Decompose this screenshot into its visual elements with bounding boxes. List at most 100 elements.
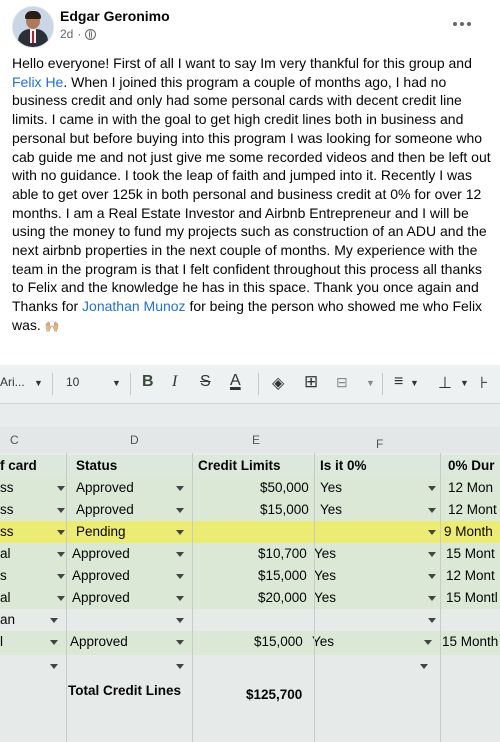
dropdown-arrow-icon[interactable] xyxy=(428,552,436,557)
status-cell[interactable]: Approved xyxy=(76,502,134,517)
duration-cell[interactable]: 9 Month xyxy=(444,524,493,539)
credit-limit-cell[interactable]: $15,000 xyxy=(260,502,309,517)
table-row[interactable]: l Approved $15,000 Yes 15 Month xyxy=(0,631,500,656)
dropdown-arrow-icon[interactable] xyxy=(176,664,184,669)
zero-cell[interactable]: Yes xyxy=(320,502,342,517)
dropdown-arrow-icon[interactable] xyxy=(57,596,65,601)
duration-cell[interactable]: 12 Mont xyxy=(448,502,497,517)
dropdown-arrow-icon[interactable] xyxy=(176,552,184,557)
vertical-align-icon[interactable]: ⊥ xyxy=(438,373,452,393)
dropdown-arrow-icon[interactable] xyxy=(428,618,436,623)
card-cell[interactable]: al xyxy=(0,546,11,561)
dropdown-arrow-icon[interactable] xyxy=(428,508,436,513)
table-row[interactable]: s Approved $15,000 Yes 12 Mont xyxy=(0,565,500,588)
text-wrap-icon[interactable]: ⊦ xyxy=(480,373,488,393)
column-header-d[interactable]: D xyxy=(130,433,139,447)
dropdown-arrow-icon[interactable] xyxy=(428,574,436,579)
table-row[interactable]: al Approved $20,000 Yes 15 Montl xyxy=(0,587,500,610)
mention-jonathan-munoz[interactable]: Jonathan Munoz xyxy=(82,298,186,314)
status-cell[interactable]: Approved xyxy=(72,546,130,561)
card-cell[interactable]: ss xyxy=(0,502,14,517)
zero-cell[interactable]: Yes xyxy=(320,480,342,495)
credit-limit-cell[interactable]: $15,000 xyxy=(258,568,307,583)
status-cell[interactable]: Approved xyxy=(72,590,130,605)
italic-button[interactable]: I xyxy=(172,373,177,391)
post-photo[interactable]: Ari... ▼ 10 ▼ B I S A ◈ ⊞ ⊟ ▼ ≡ ▼ ⊥ ▼ ⊦ … xyxy=(0,365,500,742)
dropdown-arrow-icon[interactable] xyxy=(57,552,65,557)
empty-row[interactable] xyxy=(0,703,500,742)
credit-limit-cell[interactable]: $50,000 xyxy=(260,480,309,495)
duration-cell[interactable]: 12 Mont xyxy=(446,568,495,583)
credit-limit-cell[interactable]: $20,000 xyxy=(258,590,307,605)
card-cell[interactable]: al xyxy=(0,590,11,605)
author-name[interactable]: Edgar Geronimo xyxy=(60,8,170,24)
borders-icon[interactable]: ⊞ xyxy=(304,372,318,392)
dropdown-arrow-icon[interactable] xyxy=(176,618,184,623)
text-color-button[interactable]: A xyxy=(230,372,241,390)
dropdown-arrow-icon[interactable] xyxy=(57,508,65,513)
duration-cell[interactable]: 15 Mont xyxy=(446,546,495,561)
dropdown-arrow-icon[interactable] xyxy=(176,574,184,579)
column-header-c[interactable]: C xyxy=(10,433,19,447)
total-row[interactable]: Total Credit Lines $125,700 xyxy=(0,677,500,704)
dropdown-arrow-icon[interactable] xyxy=(176,486,184,491)
header-card[interactable]: f card xyxy=(0,458,37,473)
total-value[interactable]: $125,700 xyxy=(246,687,302,702)
dropdown-arrow-icon[interactable] xyxy=(420,664,428,669)
status-cell[interactable]: Approved xyxy=(70,634,128,649)
dropdown-arrow-icon[interactable] xyxy=(50,664,58,669)
card-cell[interactable]: ss xyxy=(0,524,14,539)
zero-cell[interactable]: Yes xyxy=(314,546,336,561)
bold-button[interactable]: B xyxy=(142,373,154,391)
header-credit-limits[interactable]: Credit Limits xyxy=(198,458,281,473)
credit-limit-cell[interactable]: $15,000 xyxy=(254,634,303,649)
zero-cell[interactable]: Yes xyxy=(314,590,336,605)
dropdown-arrow-icon[interactable] xyxy=(176,596,184,601)
header-zero-duration[interactable]: 0% Dur xyxy=(448,458,495,473)
post-time[interactable]: 2d xyxy=(60,27,73,41)
align-left-icon[interactable]: ≡ xyxy=(394,373,403,391)
merge-cells-icon[interactable]: ⊟ xyxy=(336,374,348,391)
author-avatar[interactable] xyxy=(12,6,54,48)
dropdown-arrow-icon[interactable] xyxy=(50,640,58,645)
dropdown-arrow-icon[interactable] xyxy=(57,530,65,535)
dropdown-arrow-icon[interactable] xyxy=(428,530,436,535)
font-size-select[interactable]: 10 xyxy=(66,375,79,389)
card-cell[interactable]: l xyxy=(0,634,3,649)
strikethrough-button[interactable]: S xyxy=(200,373,211,391)
table-row[interactable]: ss Approved $15,000 Yes 12 Mont xyxy=(0,499,500,522)
credit-limit-cell[interactable]: $10,700 xyxy=(258,546,307,561)
font-family-select[interactable]: Ari... xyxy=(0,375,25,389)
dropdown-arrow-icon[interactable] xyxy=(176,530,184,535)
table-row[interactable]: al Approved $10,700 Yes 15 Mont xyxy=(0,543,500,566)
dropdown-arrow-icon[interactable] xyxy=(428,486,436,491)
dropdown-arrow-icon[interactable] xyxy=(176,508,184,513)
column-header-e[interactable]: E xyxy=(252,433,260,447)
dropdown-arrow-icon[interactable] xyxy=(57,574,65,579)
header-status[interactable]: Status xyxy=(76,458,117,473)
dropdown-arrow-icon[interactable] xyxy=(428,596,436,601)
card-cell[interactable]: ss xyxy=(0,480,14,495)
table-row[interactable]: ss Pending 9 Month xyxy=(0,521,500,544)
duration-cell[interactable]: 15 Month xyxy=(442,634,498,649)
status-cell[interactable]: Approved xyxy=(76,480,134,495)
mention-felix-he[interactable]: Felix He xyxy=(12,74,63,90)
table-row[interactable] xyxy=(0,655,500,678)
status-cell[interactable]: Pending xyxy=(76,524,126,539)
card-cell[interactable]: s xyxy=(0,568,7,583)
header-is-it-zero[interactable]: Is it 0% xyxy=(320,458,367,473)
card-cell[interactable]: an xyxy=(0,612,15,627)
dropdown-arrow-icon[interactable] xyxy=(176,640,184,645)
table-row[interactable]: an xyxy=(0,609,500,632)
total-label[interactable]: Total Credit Lines xyxy=(68,683,181,698)
zero-cell[interactable]: Yes xyxy=(314,568,336,583)
more-options-button[interactable] xyxy=(450,14,474,34)
dropdown-arrow-icon[interactable] xyxy=(57,486,65,491)
fill-color-icon[interactable]: ◈ xyxy=(272,373,284,393)
dropdown-arrow-icon[interactable] xyxy=(424,640,432,645)
status-cell[interactable]: Approved xyxy=(72,568,130,583)
duration-cell[interactable]: 15 Montl xyxy=(446,590,498,605)
duration-cell[interactable]: 12 Mon xyxy=(448,480,493,495)
zero-cell[interactable]: Yes xyxy=(312,634,334,649)
column-header-f[interactable]: F xyxy=(376,437,383,451)
